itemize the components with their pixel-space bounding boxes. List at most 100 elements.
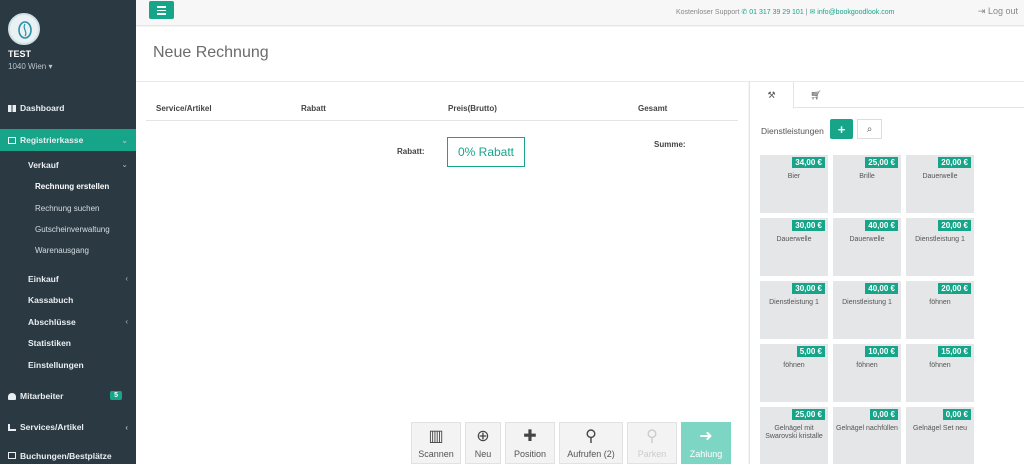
- sidebar-item-label: Registrierkasse: [20, 135, 84, 145]
- service-card[interactable]: 25,00 € Brille: [833, 155, 901, 213]
- page-title: Neue Rechnung: [153, 44, 269, 61]
- summe-label: Summe:: [654, 140, 686, 149]
- price-badge: 15,00 €: [938, 346, 971, 357]
- price-badge: 40,00 €: [865, 283, 898, 294]
- button-label: Neu: [474, 449, 492, 459]
- service-card[interactable]: 30,00 € Dauerwelle: [760, 218, 828, 276]
- service-card[interactable]: 20,00 € Dauerwelle: [906, 155, 974, 213]
- sidebar-item-buchungen[interactable]: Buchungen/Bestplätze: [0, 447, 136, 464]
- separator: |: [805, 9, 808, 16]
- service-name: Dauerwelle: [849, 236, 885, 243]
- sidebar-item-services[interactable]: Services/Artikel ‹: [0, 416, 136, 438]
- service-card[interactable]: 40,00 € Dienstleistung 1: [833, 281, 901, 339]
- sidebar-item-registrierkasse[interactable]: Registrierkasse ⌄: [0, 129, 136, 151]
- chevron-down-icon: ⌄: [121, 135, 128, 145]
- sidebar-item-verkauf[interactable]: Verkauf: [28, 160, 59, 170]
- support-email[interactable]: info@bookgoodlook.com: [817, 9, 894, 16]
- search-button[interactable]: ⌕: [857, 119, 882, 139]
- price-badge: 20,00 €: [938, 283, 971, 294]
- service-card[interactable]: 15,00 € föhnen: [906, 344, 974, 402]
- sidebar-item-warenausgang[interactable]: Warenausgang: [35, 246, 89, 255]
- sidebar-item-abschluesse[interactable]: Abschlüsse: [28, 317, 76, 327]
- scan-button[interactable]: ▥ Scannen: [411, 422, 461, 464]
- service-card[interactable]: 0,00 € Gelnägel nachfüllen: [833, 407, 901, 464]
- tab-articles[interactable]: 🛒︎: [794, 82, 838, 108]
- search-icon: ⌕: [866, 123, 873, 135]
- plus-icon: ✚: [523, 428, 537, 445]
- column-header-service: Service/Artikel: [156, 104, 212, 113]
- sidebar-item-einstellungen[interactable]: Einstellungen: [28, 360, 84, 370]
- invoice-area: Service/Artikel Rabatt Preis(Brutto) Ges…: [136, 82, 748, 464]
- divider: [146, 120, 738, 121]
- service-name: Gelnägel mit Swarovski kristalle: [765, 425, 823, 440]
- tab-services[interactable]: ⚒: [750, 82, 794, 109]
- sidebar-item-kassabuch[interactable]: Kassabuch: [28, 295, 73, 305]
- dashboard-icon: [8, 104, 16, 112]
- page-header: Neue Rechnung: [136, 27, 1024, 82]
- rabatt-label: Rabatt:: [397, 147, 425, 156]
- add-position-button[interactable]: ✚ Position: [505, 422, 555, 464]
- hamburger-icon-bar: [157, 13, 166, 15]
- service-grid: 34,00 € Bier 25,00 € Brille 20,00 € Dauerwell…: [760, 155, 974, 464]
- service-card[interactable]: 40,00 € Dauerwelle: [833, 218, 901, 276]
- price-badge: 30,00 €: [792, 220, 825, 231]
- payment-button[interactable]: ➜ Zahlung: [681, 422, 731, 464]
- service-card[interactable]: 20,00 € Dienstleistung 1: [906, 218, 974, 276]
- support-info: Kostenloser Support ✆ 01 317 39 29 101 |…: [676, 8, 894, 16]
- column-header-rabatt: Rabatt: [301, 104, 326, 113]
- service-name: Gelnägel nachfüllen: [836, 425, 898, 432]
- sidebar-item-dashboard[interactable]: Dashboard: [0, 97, 136, 119]
- add-service-button[interactable]: +: [830, 119, 853, 139]
- service-card[interactable]: 34,00 € Bier: [760, 155, 828, 213]
- price-badge: 30,00 €: [792, 283, 825, 294]
- logo-icon: [18, 21, 32, 39]
- price-badge: 0,00 €: [942, 409, 971, 420]
- price-badge: 5,00 €: [796, 346, 825, 357]
- park-button[interactable]: ⚲ Parken: [627, 422, 677, 464]
- services-panel: ⚒ 🛒︎ Dienstleistungen + ⌕ 34,00 € Bier 25,…: [749, 82, 1024, 464]
- hamburger-icon-bar: [157, 9, 166, 11]
- new-button[interactable]: ⊕ Neu: [465, 422, 501, 464]
- price-badge: 0,00 €: [869, 409, 898, 420]
- service-card[interactable]: 25,00 € Gelnägel mit Swarovski kristalle: [760, 407, 828, 464]
- button-label: Parken: [637, 449, 667, 459]
- discount-button[interactable]: 0% Rabatt: [447, 137, 525, 167]
- service-name: Dienstleistung 1: [769, 299, 819, 306]
- service-card[interactable]: 5,00 € föhnen: [760, 344, 828, 402]
- sidebar-item-label: Dashboard: [20, 103, 65, 113]
- logout-label: Log out: [987, 6, 1018, 16]
- hamburger-icon: [157, 6, 166, 8]
- calendar-icon: [8, 452, 16, 459]
- sidebar-item-mitarbeiter[interactable]: Mitarbeiter 5: [0, 385, 136, 407]
- sidebar-item-einkauf[interactable]: Einkauf: [28, 274, 59, 284]
- chevron-left-icon: ‹: [125, 422, 128, 432]
- sidebar: TEST 1040 Wien ▾ Dashboard Registrierkas…: [0, 0, 136, 464]
- service-name: Gelnägel Set neu: [912, 425, 968, 432]
- sidebar-item-statistiken[interactable]: Statistiken: [28, 338, 71, 348]
- panel-tabs: ⚒ 🛒︎: [750, 82, 1024, 109]
- button-label: Position: [513, 449, 547, 459]
- column-header-preis: Preis(Brutto): [448, 104, 497, 113]
- service-card[interactable]: 30,00 € Dienstleistung 1: [760, 281, 828, 339]
- service-card[interactable]: 10,00 € föhnen: [833, 344, 901, 402]
- price-badge: 10,00 €: [865, 346, 898, 357]
- panel-label: Dienstleistungen: [761, 126, 824, 136]
- service-name: Bier: [787, 173, 801, 180]
- logout-button[interactable]: ⇥ Log out: [978, 6, 1018, 17]
- phone-icon: ✆: [741, 9, 748, 16]
- service-card[interactable]: 0,00 € Gelnägel Set neu: [906, 407, 974, 464]
- location-select[interactable]: 1040 Wien ▾: [8, 62, 52, 71]
- sidebar-item-gutscheinverwaltung[interactable]: Gutscheinverwaltung: [35, 225, 110, 234]
- sidebar-item-rechnung-suchen[interactable]: Rechnung suchen: [35, 204, 100, 213]
- sidebar-item-label: Verkauf: [28, 160, 59, 170]
- magic-wand-icon: ⚒: [767, 89, 776, 100]
- recall-button[interactable]: ⚲ Aufrufen (2): [559, 422, 623, 464]
- price-badge: 25,00 €: [865, 157, 898, 168]
- cart-icon: 🛒︎: [810, 89, 822, 100]
- sidebar-item-rechnung-erstellen[interactable]: Rechnung erstellen: [35, 182, 109, 191]
- service-card[interactable]: 20,00 € föhnen: [906, 281, 974, 339]
- menu-toggle-button[interactable]: [149, 1, 174, 19]
- action-bar: ▥ Scannen ⊕ Neu ✚ Position ⚲ Aufrufen (2…: [411, 422, 731, 464]
- column-header-gesamt: Gesamt: [638, 104, 668, 113]
- support-phone[interactable]: 01 317 39 29 101: [749, 9, 804, 16]
